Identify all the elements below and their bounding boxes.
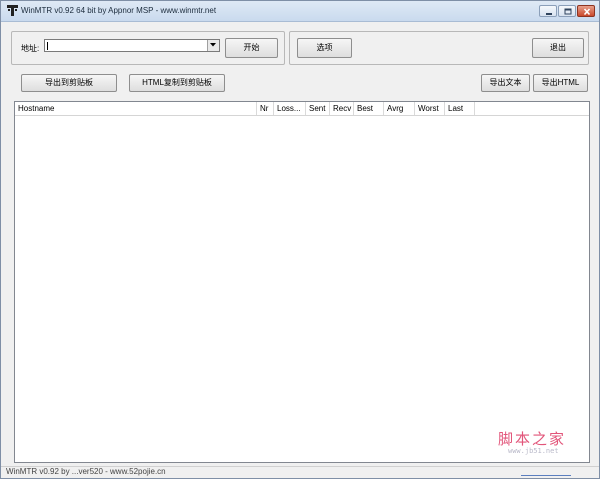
options-button[interactable]: 选项 — [297, 38, 352, 58]
host-dropdown-button[interactable] — [207, 40, 219, 51]
results-list[interactable]: Hostname Nr Loss... Sent Recv Best Avrg … — [14, 101, 590, 463]
export-html-button[interactable]: 导出HTML — [533, 74, 588, 92]
exit-button[interactable]: 退出 — [532, 38, 584, 58]
column-header-worst[interactable]: Worst — [415, 102, 445, 115]
list-header: Hostname Nr Loss... Sent Recv Best Avrg … — [15, 102, 589, 116]
winmtr-app-icon — [7, 5, 18, 16]
host-combobox[interactable] — [44, 39, 220, 52]
start-button[interactable]: 开始 — [225, 38, 278, 58]
main-window: WinMTR v0.92 64 bit by Appnor MSP - www.… — [0, 0, 600, 479]
copy-html-to-clipboard-button[interactable]: HTML复制到剪贴板 — [129, 74, 225, 92]
copy-text-to-clipboard-button[interactable]: 导出到剪贴板 — [21, 74, 117, 92]
column-header-avrg[interactable]: Avrg — [384, 102, 415, 115]
column-header-recv[interactable]: Recv — [330, 102, 354, 115]
column-header-sent[interactable]: Sent — [306, 102, 330, 115]
maximize-button[interactable] — [558, 5, 576, 17]
column-header-last[interactable]: Last — [445, 102, 475, 115]
host-label: 地址: — [21, 44, 40, 53]
minimize-icon — [546, 13, 552, 15]
watermark-url: www.jb51.net — [508, 447, 559, 455]
window-title: WinMTR v0.92 64 bit by Appnor MSP - www.… — [21, 6, 217, 15]
watermark-logo: 脚本之家 — [498, 430, 567, 448]
status-link[interactable] — [521, 469, 571, 476]
export-text-button[interactable]: 导出文本 — [481, 74, 530, 92]
minimize-button[interactable] — [539, 5, 557, 17]
title-bar[interactable]: WinMTR v0.92 64 bit by Appnor MSP - www.… — [1, 1, 599, 22]
maximize-icon — [564, 8, 572, 15]
chevron-down-icon — [210, 43, 216, 47]
text-caret — [47, 42, 48, 50]
status-text: WinMTR v0.92 by ...ver520 - www.52pojie.… — [6, 467, 166, 476]
column-header-hostname[interactable]: Hostname — [15, 102, 257, 115]
close-button[interactable] — [577, 5, 595, 17]
column-header-loss[interactable]: Loss... — [274, 102, 306, 115]
column-header-best[interactable]: Best — [354, 102, 384, 115]
column-header-nr[interactable]: Nr — [257, 102, 274, 115]
close-icon — [583, 8, 591, 16]
